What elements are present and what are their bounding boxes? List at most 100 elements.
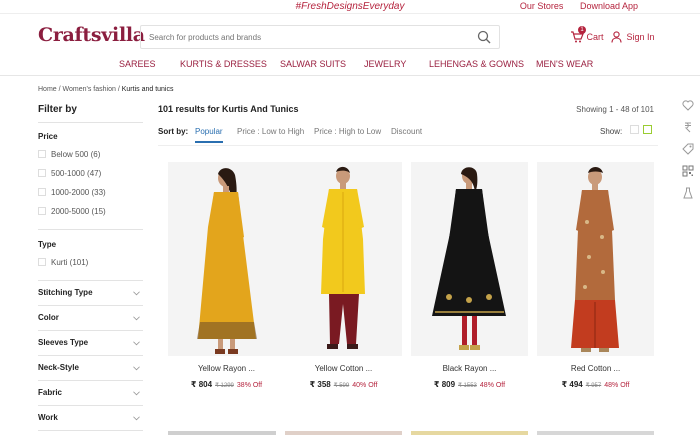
cart-count-badge: 1 bbox=[578, 26, 586, 34]
checkbox[interactable] bbox=[38, 150, 46, 158]
product-name[interactable]: Red Cotton ... bbox=[537, 364, 654, 373]
product-image[interactable] bbox=[168, 162, 285, 356]
price-mrp: ₹ 1553 bbox=[458, 383, 477, 389]
product-image[interactable] bbox=[411, 162, 528, 356]
accordion-work[interactable]: Work bbox=[38, 406, 143, 431]
heart-icon[interactable] bbox=[682, 98, 696, 120]
model-illustration bbox=[411, 162, 528, 356]
accordion-sleeves-type[interactable]: Sleeves Type bbox=[38, 331, 143, 356]
search-box bbox=[140, 25, 500, 49]
sort-label: Sort by: bbox=[158, 127, 189, 136]
product-price: ₹ 809 ₹ 1553 48% Off bbox=[411, 380, 528, 389]
chevron-down-icon bbox=[133, 291, 140, 296]
grid-view-icon[interactable] bbox=[630, 125, 639, 134]
search-icon[interactable] bbox=[477, 30, 491, 44]
chevron-down-icon bbox=[133, 341, 140, 346]
discount-badge: 48% Off bbox=[479, 382, 506, 389]
chevron-down-icon bbox=[133, 391, 140, 396]
nav-mens-wear[interactable]: MEN'S WEAR bbox=[536, 59, 593, 69]
nav-kurtis-dresses[interactable]: KURTIS & DRESSES bbox=[180, 59, 267, 69]
accordion-label: Stitching Type bbox=[38, 288, 93, 297]
top-links: Our Stores Download App bbox=[506, 0, 638, 13]
price-option[interactable]: 1000-2000 (33) bbox=[38, 183, 143, 202]
accordion-color[interactable]: Color bbox=[38, 306, 143, 331]
search-input[interactable] bbox=[141, 26, 461, 48]
logo[interactable]: Craftsvilla bbox=[38, 24, 145, 46]
product-card[interactable]: Red Cotton ... ₹ 494 ₹ 957 48% Off bbox=[537, 162, 654, 389]
accordion-label: Sleeves Type bbox=[38, 338, 89, 347]
price-current: ₹ 809 bbox=[433, 380, 456, 389]
chevron-down-icon bbox=[133, 416, 140, 421]
price-filter-title: Price bbox=[38, 132, 58, 141]
product-image[interactable] bbox=[285, 162, 402, 356]
model-illustration bbox=[285, 162, 402, 356]
product-price: ₹ 804 ₹ 1299 38% Off bbox=[168, 380, 285, 389]
checkbox[interactable] bbox=[38, 207, 46, 215]
price-option[interactable]: Below 500 (6) bbox=[38, 145, 143, 164]
signin-button[interactable]: Sign In bbox=[611, 31, 655, 43]
product-name[interactable]: Yellow Cotton ... bbox=[285, 364, 402, 373]
cart-button[interactable]: 1 Cart bbox=[570, 26, 604, 43]
type-filter-title: Type bbox=[38, 240, 57, 249]
product-price: ₹ 358 ₹ 599 40% Off bbox=[285, 380, 402, 389]
price-mrp: ₹ 957 bbox=[585, 383, 602, 389]
breadcrumb-current: Kurtis and tunics bbox=[121, 86, 174, 93]
nav-salwar-suits[interactable]: SALWAR SUITS bbox=[280, 59, 346, 69]
product-name[interactable]: Black Rayon ... bbox=[411, 364, 528, 373]
discount-badge: 38% Off bbox=[236, 382, 263, 389]
sort-price-high-low[interactable]: Price : High to Low bbox=[314, 127, 381, 136]
price-mrp: ₹ 1299 bbox=[215, 383, 234, 389]
sort-bar: Sort by: Popular Price : Low to High Pri… bbox=[158, 125, 658, 146]
product-card[interactable]: Yellow Cotton ... ₹ 358 ₹ 599 40% Off bbox=[285, 162, 402, 389]
breadcrumb: Home / Women's fashion / Kurtis and tuni… bbox=[38, 86, 173, 93]
filter-sidebar: Filter by Price Below 500 (6) 500-1000 (… bbox=[38, 104, 143, 431]
chevron-down-icon bbox=[133, 366, 140, 371]
download-app-link[interactable]: Download App bbox=[580, 1, 638, 11]
right-icon-rail bbox=[682, 98, 696, 208]
category-nav: SAREES KURTIS & DRESSES SALWAR SUITS JEW… bbox=[0, 55, 700, 76]
checkbox[interactable] bbox=[38, 169, 46, 177]
accordion-fabric[interactable]: Fabric bbox=[38, 381, 143, 406]
nav-lehengas-gowns[interactable]: LEHENGAS & GOWNS bbox=[429, 59, 524, 69]
next-row-card-edge bbox=[285, 431, 402, 435]
product-name[interactable]: Yellow Rayon ... bbox=[168, 364, 285, 373]
checkbox[interactable] bbox=[38, 258, 46, 266]
cart-label: Cart bbox=[586, 32, 604, 42]
sort-price-low-high[interactable]: Price : Low to High bbox=[237, 127, 304, 136]
our-stores-link[interactable]: Our Stores bbox=[520, 1, 564, 11]
product-card[interactable]: Black Rayon ... ₹ 809 ₹ 1553 48% Off bbox=[411, 162, 528, 389]
breadcrumb-category[interactable]: Women's fashion bbox=[63, 86, 116, 93]
price-mrp: ₹ 599 bbox=[333, 383, 350, 389]
filter-title: Filter by bbox=[38, 104, 143, 123]
price-options: Below 500 (6) 500-1000 (47) 1000-2000 (3… bbox=[38, 145, 143, 221]
price-option-label: 500-1000 (47) bbox=[51, 169, 102, 178]
type-option[interactable]: Kurti (101) bbox=[38, 253, 143, 272]
sort-popular[interactable]: Popular bbox=[195, 127, 223, 143]
next-row-card-edge bbox=[411, 431, 528, 435]
breadcrumb-home[interactable]: Home bbox=[38, 86, 57, 93]
qr-code-icon[interactable] bbox=[682, 164, 696, 186]
product-image[interactable] bbox=[537, 162, 654, 356]
discount-badge: 48% Off bbox=[604, 382, 630, 389]
results-area: 101 results for Kurtis And Tunics Showin… bbox=[158, 104, 658, 389]
price-option-label: 1000-2000 (33) bbox=[51, 188, 106, 197]
checkbox[interactable] bbox=[38, 188, 46, 196]
filter-accordions: Stitching Type Color Sleeves Type Neck-S… bbox=[38, 281, 143, 431]
accordion-label: Work bbox=[38, 413, 58, 422]
price-current: ₹ 804 bbox=[190, 380, 213, 389]
accordion-neck-style[interactable]: Neck-Style bbox=[38, 356, 143, 381]
price-option[interactable]: 500-1000 (47) bbox=[38, 164, 143, 183]
tag-icon[interactable] bbox=[682, 142, 696, 164]
list-view-icon[interactable] bbox=[643, 125, 652, 134]
price-option[interactable]: 2000-5000 (15) bbox=[38, 202, 143, 221]
top-strip: #FreshDesignsEveryday Our Stores Downloa… bbox=[0, 0, 700, 14]
product-card[interactable]: Yellow Rayon ... ₹ 804 ₹ 1299 38% Off bbox=[168, 162, 285, 389]
rupee-icon[interactable] bbox=[682, 120, 696, 142]
dress-icon[interactable] bbox=[682, 186, 696, 208]
price-option-label: 2000-5000 (15) bbox=[51, 207, 106, 216]
nav-jewelry[interactable]: JEWELRY bbox=[364, 59, 406, 69]
price-current: ₹ 494 bbox=[561, 380, 583, 389]
sort-discount[interactable]: Discount bbox=[391, 127, 422, 136]
accordion-stitching-type[interactable]: Stitching Type bbox=[38, 281, 143, 306]
nav-sarees[interactable]: SAREES bbox=[119, 59, 156, 69]
